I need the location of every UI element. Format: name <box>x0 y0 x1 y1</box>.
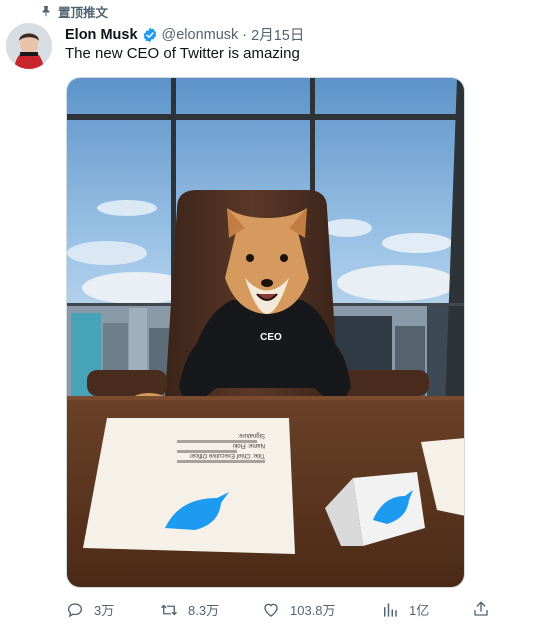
author-handle[interactable]: @elonmusk <box>162 27 239 43</box>
pinned-label-text: 置顶推文 <box>58 5 109 20</box>
reply-icon <box>67 602 83 617</box>
reply-count: 3万 <box>94 603 115 618</box>
share-button[interactable] <box>472 600 490 618</box>
header-separator: · <box>242 26 248 43</box>
verified-badge-icon <box>143 27 156 42</box>
views-count: 1亿 <box>409 603 430 618</box>
tweet-header: Elon Musk @elonmusk · 2月15日 <box>65 24 304 45</box>
tweet-actions-bar: 3万 8.3万 103.8万 1亿 <box>66 600 496 622</box>
tweet-media-photo[interactable]: CEO Signature: Name: Floki Title: Chief Ex… <box>66 77 465 588</box>
retweet-icon <box>161 604 177 615</box>
author-name[interactable]: Elon Musk <box>65 27 138 43</box>
reply-button[interactable]: 3万 <box>66 600 114 619</box>
tweet-date[interactable]: 2月15日 <box>251 24 304 45</box>
sweater-text: CEO <box>260 332 282 343</box>
views-button[interactable]: 1亿 <box>381 600 429 619</box>
views-icon <box>384 602 397 617</box>
avatar[interactable] <box>6 23 52 69</box>
share-icon <box>474 601 488 616</box>
like-button[interactable]: 103.8万 <box>262 600 336 619</box>
like-count: 103.8万 <box>290 603 336 618</box>
paper-line: Title: Chief Executive Officer <box>190 452 265 458</box>
paper-line: Signature: <box>237 432 265 438</box>
paper-line: Name: Floki <box>233 442 265 448</box>
pinned-tweet-label: 置顶推文 <box>40 3 109 20</box>
pin-icon <box>42 6 50 17</box>
heart-icon <box>264 603 278 617</box>
retweet-count: 8.3万 <box>188 603 220 618</box>
tweet-text: The new CEO of Twitter is amazing <box>65 45 300 62</box>
retweet-button[interactable]: 8.3万 <box>160 600 219 619</box>
